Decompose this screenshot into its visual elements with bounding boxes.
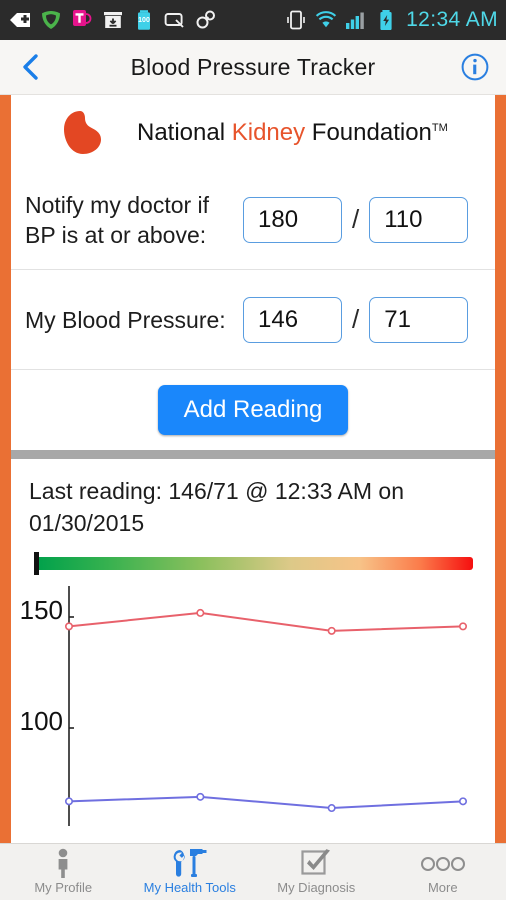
chart-point-diastolic-0 [64,797,73,806]
info-circle-icon [461,53,489,81]
bp-risk-marker [34,552,39,575]
logo-trademark: TM [431,121,448,134]
app-screen: 100 12:34 AM Blood Pressure Tracker Nati… [0,0,506,900]
chart-point-diastolic-3 [458,797,467,806]
nkf-logo-text: National Kidney FoundationTM [137,119,448,147]
screenshot-icon [164,13,184,28]
notify-threshold-inputs: / [243,196,469,243]
android-status-bar: 100 12:34 AM [0,0,506,40]
app-title-bar: Blood Pressure Tracker [0,40,506,95]
battery-charging-icon [380,10,392,30]
back-button[interactable] [0,40,62,95]
chart-series-diastolic [64,792,467,813]
add-reading-button[interactable]: Add Reading [157,385,349,435]
notify-systolic-input[interactable] [243,196,342,243]
vibrate-icon [287,10,305,30]
section-divider [11,450,495,459]
kidney-bean-icon [64,110,101,154]
checkbox-check-icon [299,848,333,878]
chart-point-systolic-3 [458,622,467,631]
logo-word-national: National [137,118,232,146]
chart-point-diastolic-2 [327,804,336,813]
my-bp-inputs: / [243,296,469,343]
my-diastolic-input[interactable] [369,296,469,343]
chart-line-diastolic [68,795,464,810]
nav-item-my-health-tools[interactable]: My Health Tools [127,844,254,900]
nav-item-my-diagnosis[interactable]: My Diagnosis [253,844,380,900]
logo-word-kidney: Kidney [231,118,306,146]
right-orange-rail [495,95,506,843]
main-content: National Kidney FoundationTM Notify my d… [11,95,495,843]
last-reading-text: Last reading: 146/71 @ 12:33 AM on 01/30… [29,478,404,536]
wrench-hammer-icon [167,848,213,878]
add-reading-row: Add Reading [11,370,495,450]
chart-ytick-label-150: 150 [20,595,63,625]
page-title: Blood Pressure Tracker [130,53,376,80]
nav-item-my-profile[interactable]: My Profile [0,844,127,900]
bottom-navigation: My Profile My Health Tools My Diagnosis … [0,843,506,900]
battery-saver-icon: 100 [138,10,150,30]
my-systolic-input[interactable] [243,296,342,343]
nav-label-my-diagnosis: My Diagnosis [277,880,356,895]
notify-threshold-label: Notify my doctor if BP is at or above: [25,191,210,248]
wifi-icon [315,11,337,28]
status-bar-left-icons: 100 [0,8,218,32]
chevron-left-icon [23,54,38,80]
chart-series-systolic [64,608,467,635]
nkf-logo: National Kidney FoundationTM [11,95,495,170]
t-mobile-icon [73,10,92,26]
chart-ytick-label-100: 100 [20,706,63,736]
my-bp-label: My Blood Pressure: [25,306,226,333]
nav-item-more[interactable]: More [380,844,506,900]
chart-point-diastolic-1 [196,792,205,801]
chart-line-systolic [68,611,464,632]
chart-point-systolic-0 [64,622,73,631]
link-icon [196,10,215,29]
bp-risk-gradient-bar [36,557,473,570]
nav-label-my-health-tools: My Health Tools [143,880,236,895]
info-button[interactable] [444,40,506,95]
back-arrow-icon [10,13,30,27]
svg-text:100: 100 [138,17,150,24]
status-bar-right-icons: 12:34 AM [284,8,498,32]
bp-risk-gauge [25,551,481,577]
chart-point-systolic-1 [196,608,205,617]
person-icon [50,848,76,878]
my-bp-separator: / [352,304,360,334]
my-bp-row: My Blood Pressure: / [11,270,495,370]
three-dots-icon [419,848,467,878]
bp-history-chart-svg: 150 100 [20,586,467,826]
notify-separator: / [352,204,360,234]
downloads-icon [104,12,122,28]
lookout-shield-icon [42,11,60,29]
chart-point-systolic-2 [327,626,336,635]
logo-word-foundation: Foundation [305,118,432,146]
status-bar-clock: 12:34 AM [406,8,498,31]
signal-icon [346,12,364,29]
notify-threshold-row: Notify my doctor if BP is at or above: / [11,170,495,270]
left-orange-rail [0,95,11,843]
notify-diastolic-input[interactable] [369,196,469,243]
nav-label-my-profile: My Profile [34,880,93,895]
bp-history-chart: 150 100 [11,581,495,831]
nav-label-more: More [427,880,458,895]
